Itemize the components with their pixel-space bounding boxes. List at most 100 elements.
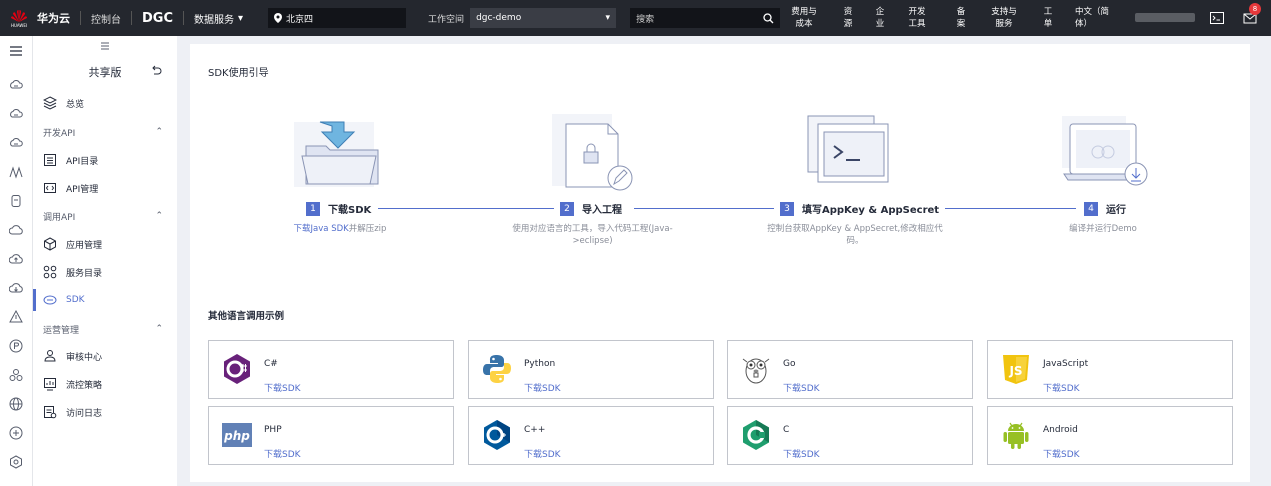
sidebar-item-label: 应用管理 <box>66 240 103 251</box>
nav-dev-tools[interactable]: 开发 工具 <box>906 6 928 30</box>
android-logo-icon <box>1003 422 1029 449</box>
cloud-service-icon[interactable] <box>9 78 23 92</box>
back-arrow-icon[interactable] <box>150 65 162 77</box>
language-name: Python <box>524 359 556 369</box>
examples-title: 其他语言调用示例 <box>208 311 285 322</box>
cloud-upload-icon[interactable] <box>9 252 23 266</box>
menu-lines-icon <box>101 42 109 50</box>
nav-resources[interactable]: 资 源 <box>842 6 854 30</box>
user-stamp-icon <box>44 350 56 362</box>
sidebar: 共享版 总览 开发API ⌃ API目录 API管理 调用API ⌃ 应用管理 … <box>33 36 177 486</box>
circle-p-icon[interactable] <box>9 339 23 353</box>
download-sdk-link[interactable]: 下载SDK <box>524 447 561 460</box>
cube-icon <box>44 237 56 251</box>
workspace-select[interactable]: dgc-demo ▾ <box>470 8 617 28</box>
download-sdk-link[interactable]: 下载SDK <box>1043 381 1080 394</box>
username-blurred[interactable] <box>1135 13 1195 22</box>
language-name: JavaScript <box>1043 359 1089 369</box>
network-icon[interactable] <box>9 165 23 179</box>
cluster-icon[interactable] <box>9 368 23 382</box>
cloud-icon[interactable] <box>9 223 23 237</box>
sidebar-item-service-catalog[interactable]: 服务目录 <box>33 261 177 283</box>
download-sdk-link[interactable]: 下载SDK <box>783 447 820 460</box>
download-sdk-link[interactable]: 下载SDK <box>1043 447 1080 460</box>
download-sdk-link[interactable]: 下载SDK <box>524 381 561 394</box>
sidebar-item-api-catalog[interactable]: API目录 <box>33 149 177 171</box>
step-desc-text: 并解压zip <box>348 224 387 234</box>
nav-tickets[interactable]: 工 单 <box>1042 6 1054 30</box>
download-sdk-link[interactable]: 下载SDK <box>783 381 820 394</box>
c-logo-icon <box>743 420 769 450</box>
sidebar-group-ops[interactable]: 运营管理 ⌃ <box>33 320 177 338</box>
nav-language[interactable]: 中文（简 体） <box>1075 6 1117 30</box>
database-icon[interactable] <box>9 194 23 208</box>
nav-dev-tools-label: 开发 工具 <box>908 7 926 29</box>
step-desc-line: 控制台获取AppKey & AppSecret,修改相应代 <box>767 224 943 234</box>
sidebar-item-label: SDK <box>66 295 85 305</box>
search-icon[interactable] <box>763 12 774 24</box>
sidebar-group-call-api[interactable]: 调用API ⌃ <box>33 207 177 225</box>
caret-down-icon: ▾ <box>238 12 244 24</box>
sidebar-item-label: 审核中心 <box>66 352 103 363</box>
sidebar-item-sdk[interactable]: SDK <box>33 289 177 311</box>
step-number: 2 <box>560 201 574 216</box>
sidebar-group-dev-api[interactable]: 开发API ⌃ <box>33 123 177 141</box>
service-menu[interactable]: 数据服务 ▾ <box>194 11 243 26</box>
sidebar-item-label: 总览 <box>66 99 85 110</box>
warning-triangle-icon[interactable] <box>9 310 23 324</box>
step-desc-line: 编译并运行Demo <box>1069 224 1137 234</box>
language-card-csharp: C# 下载SDK <box>208 340 454 399</box>
brand-name[interactable]: 华为云 <box>37 10 70 26</box>
step-number: 3 <box>780 201 794 216</box>
sidebar-item-app-manage[interactable]: 应用管理 <box>33 233 177 255</box>
cloud-service-icon[interactable] <box>9 136 23 150</box>
list-doc-icon <box>44 154 56 166</box>
cloud-download-icon[interactable] <box>9 281 23 295</box>
step-desc-line: 码。 <box>846 236 864 246</box>
nav-enterprise[interactable]: 企 业 <box>874 6 886 30</box>
download-folder-illustration <box>294 121 379 187</box>
region-selector[interactable]: 北京四 <box>268 8 407 28</box>
step-2-desc: 使用对应语言的工具，导入代码工程(Java- >eclipse) <box>490 223 695 247</box>
huawei-logo[interactable]: HUAWEI <box>6 5 32 31</box>
step-number: 4 <box>1084 201 1098 216</box>
console-link[interactable]: 控制台 <box>91 11 121 26</box>
download-sdk-link[interactable]: 下载SDK <box>264 447 301 460</box>
sidebar-group-label: 开发API <box>43 128 76 139</box>
search-input[interactable]: 搜索 <box>630 8 781 28</box>
language-name: C <box>783 425 790 435</box>
globe-icon[interactable] <box>9 397 23 411</box>
terminal-icon[interactable] <box>1209 10 1225 26</box>
sidebar-item-overview[interactable]: 总览 <box>33 92 177 114</box>
sidebar-collapse-toggle[interactable] <box>33 36 177 56</box>
hamburger-menu-icon[interactable] <box>9 44 23 58</box>
step-1: 1 下载SDK <box>300 201 378 216</box>
hexagon-icon[interactable] <box>9 455 23 469</box>
svg-text:php: php <box>223 429 250 443</box>
nav-filing[interactable]: 备 案 <box>955 6 967 30</box>
settings-circle-icon[interactable] <box>9 426 23 440</box>
cloud-service-icon[interactable] <box>9 107 23 121</box>
step-title: 下载SDK <box>328 205 372 216</box>
sidebar-item-label: 访问日志 <box>66 408 103 419</box>
download-sdk-link[interactable]: 下载SDK <box>264 381 301 394</box>
language-name: PHP <box>264 425 282 435</box>
sidebar-item-api-manage[interactable]: API管理 <box>33 177 177 199</box>
language-card-javascript: JS JavaScript 下载SDK <box>987 340 1233 399</box>
download-java-sdk-link[interactable]: 下载Java SDK <box>294 224 349 234</box>
sidebar-item-flow-policy[interactable]: 流控策略 <box>33 373 177 395</box>
language-card-python: Python 下载SDK <box>468 340 714 399</box>
nav-support[interactable]: 支持与 服务 <box>988 6 1020 30</box>
top-bar: HUAWEI 华为云 控制台 DGC 数据服务 ▾ 北京四 工作空间 dgc-de… <box>0 0 1271 36</box>
region-value: 北京四 <box>286 14 314 25</box>
sidebar-item-review-center[interactable]: 审核中心 <box>33 345 177 367</box>
step-title: 导入工程 <box>582 205 622 216</box>
nav-billing[interactable]: 费用与 成本 <box>789 6 819 30</box>
main-panel: SDK使用引导 1 下载SDK 2 导入工程 3 填写AppKey & AppS… <box>190 44 1250 482</box>
divider <box>131 11 132 25</box>
sidebar-group-label: 运营管理 <box>43 325 80 336</box>
svg-text:JS: JS <box>1008 364 1022 378</box>
sidebar-item-label: 流控策略 <box>66 380 103 391</box>
sidebar-item-access-log[interactable]: 访问日志 <box>33 401 177 423</box>
step-connector <box>926 208 1076 209</box>
